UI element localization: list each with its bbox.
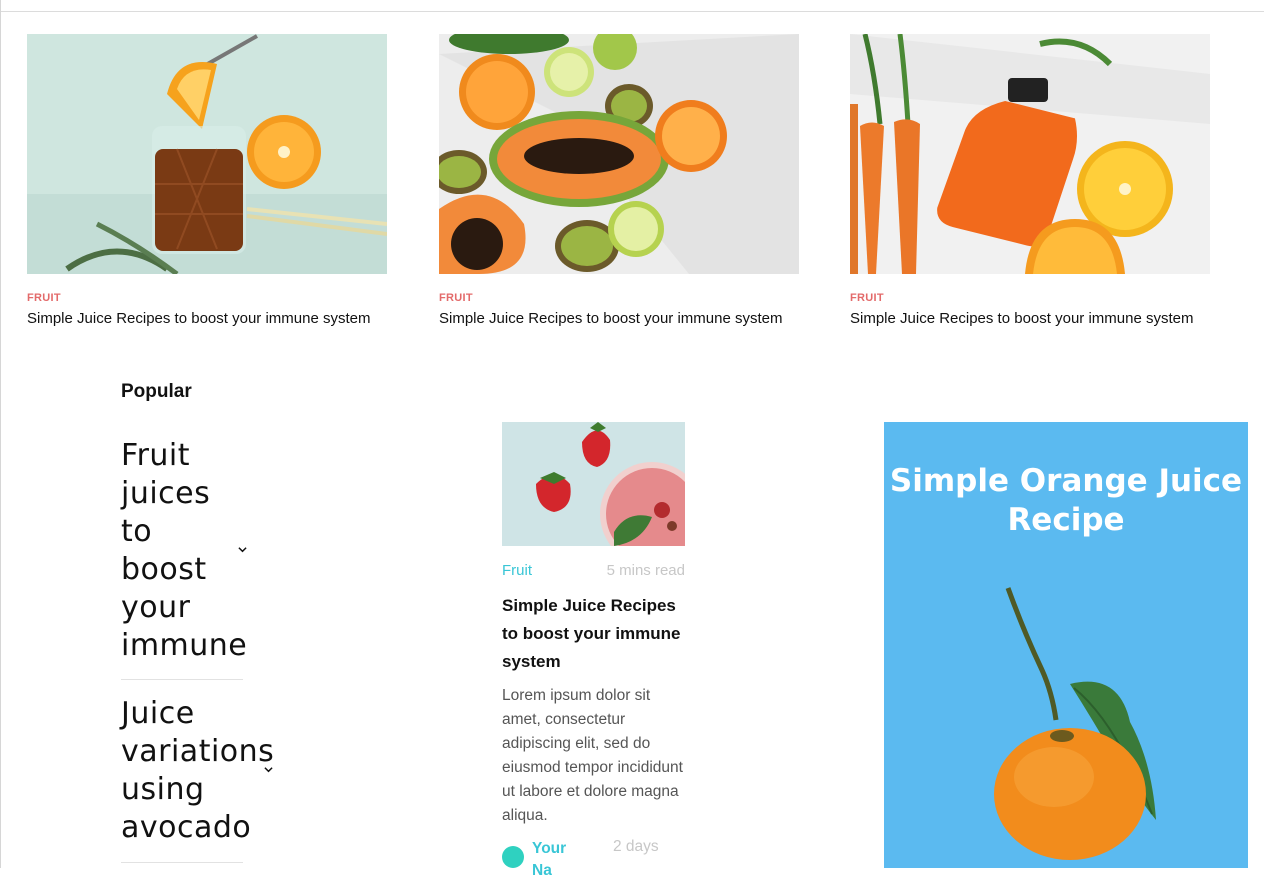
article-card[interactable]: FRUIT Simple Juice Recipes to boost your… xyxy=(850,34,1250,327)
article-category[interactable]: FRUIT xyxy=(850,292,884,304)
article-category[interactable]: FRUIT xyxy=(27,292,61,304)
chevron-down-icon[interactable] xyxy=(238,545,247,554)
post-excerpt: Lorem ipsum dolor sit amet, consectetur … xyxy=(502,687,683,824)
chevron-down-icon[interactable] xyxy=(264,765,273,774)
accordion-item[interactable]: Juice variations using avocado xyxy=(121,695,291,863)
accordion-question[interactable]: Juice variations using avocado xyxy=(121,695,274,847)
author-avatar[interactable] xyxy=(502,846,524,868)
author-name[interactable]: Your Na xyxy=(532,838,582,882)
post-image-smoothie[interactable] xyxy=(502,422,685,546)
post-card[interactable]: Fruit 5 mins read Simple Juice Recipes t… xyxy=(502,422,688,879)
accordion-divider xyxy=(121,679,243,680)
article-card[interactable]: FRUIT Simple Juice Recipes to boost your… xyxy=(27,34,427,327)
accordion-item[interactable]: Fruit juices to boost your immune xyxy=(121,437,291,680)
left-border xyxy=(0,0,1,868)
orange-image xyxy=(994,587,1156,860)
post-title[interactable]: Simple Juice Recipes to boost your immun… xyxy=(502,592,688,676)
post-date: 2 days xyxy=(613,838,659,855)
post-category[interactable]: Fruit xyxy=(502,562,532,579)
top-divider xyxy=(0,11,1264,12)
article-title[interactable]: Simple Juice Recipes to boost your immun… xyxy=(439,310,782,327)
post-meta: Fruit 5 mins read xyxy=(502,562,685,579)
article-title[interactable]: Simple Juice Recipes to boost your immun… xyxy=(27,310,370,327)
article-card[interactable]: FRUIT Simple Juice Recipes to boost your… xyxy=(439,34,839,327)
article-image-papaya[interactable] xyxy=(439,34,799,274)
article-category[interactable]: FRUIT xyxy=(439,292,473,304)
article-image-carrot-juice[interactable] xyxy=(850,34,1210,274)
popular-heading: Popular xyxy=(121,381,192,402)
accordion-divider xyxy=(121,862,243,863)
article-title[interactable]: Simple Juice Recipes to boost your immun… xyxy=(850,310,1193,327)
article-image-iced-tea[interactable] xyxy=(27,34,387,274)
promo-banner[interactable]: Simple Orange Juice Recipe xyxy=(884,422,1248,868)
accordion-question[interactable]: Fruit juices to boost your immune xyxy=(121,437,247,665)
post-read-time: 5 mins read xyxy=(606,562,685,579)
